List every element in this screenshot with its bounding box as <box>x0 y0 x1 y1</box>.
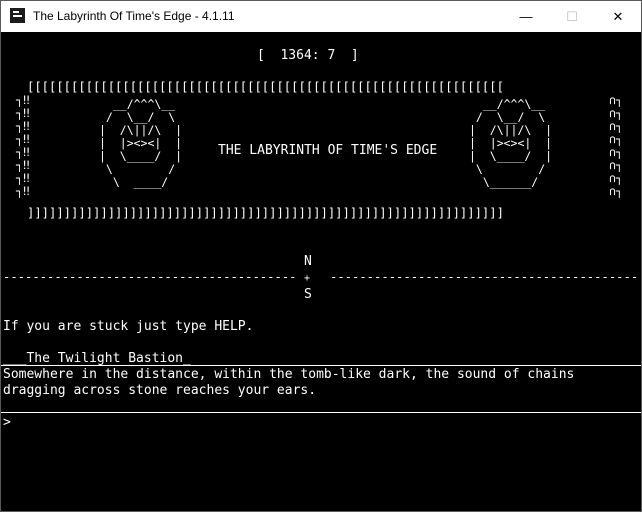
banner-bottom-border: ]]]]]]]]]]]]]]]]]]]]]]]]]]]]]]]]]]]]]]]]… <box>27 206 504 220</box>
game-window: The Labyrinth Of Time's Edge - 4.1.11 — … <box>0 0 642 512</box>
close-button[interactable]: ✕ <box>595 1 641 32</box>
compass-center: + <box>304 273 311 284</box>
room-description-line-1: Somewhere in the distance, within the to… <box>3 367 575 382</box>
banner-title: THE LABYRINTH OF TIME'S EDGE <box>218 143 438 158</box>
room-description-line-2: dragging across stone reaches your ears. <box>3 383 317 398</box>
help-hint: If you are stuck just type HELP. <box>3 319 254 334</box>
console-area[interactable]: [ 1364: 7 ] [[[[[[[[[[[[[[[[[[[[[[[[[[[[… <box>1 32 641 512</box>
banner-top-border: [[[[[[[[[[[[[[[[[[[[[[[[[[[[[[[[[[[[[[[[… <box>27 80 504 94</box>
left-skull-art: __/^^^\__ / \__/ \ | /\||/\ | | |><><| |… <box>99 97 183 189</box>
command-prompt: > <box>3 415 11 430</box>
compass-right-line: ----------------------------------------… <box>330 270 639 284</box>
app-icon <box>10 8 25 23</box>
compass-south: S <box>304 287 312 302</box>
compass-left-line: ---------------------------------------- <box>3 270 297 284</box>
title-bar[interactable]: The Labyrinth Of Time's Edge - 4.1.11 — … <box>1 1 641 32</box>
maximize-button[interactable]: ☐ <box>549 1 595 32</box>
banner-right-edge: ∩┐ ∩┐ ∩┐ ∩┐ ∩┐ ∩┐ ∩┐ ∩┐ <box>609 93 623 198</box>
right-skull-art: __/^^^\__ / \__/ \ | /\||/\ | | |><><| |… <box>469 97 553 189</box>
location-divider <box>1 365 641 366</box>
status-counter: [ 1364: 7 ] <box>257 48 359 63</box>
minimize-button[interactable]: — <box>503 1 549 32</box>
window-title: The Labyrinth Of Time's Edge - 4.1.11 <box>33 9 235 23</box>
input-divider <box>1 412 641 413</box>
compass-north: N <box>304 254 312 269</box>
banner-left-edge: ┐‼ ┐‼ ┐‼ ┐‼ ┐‼ ┐‼ ┐‼ ┐‼ <box>16 93 30 198</box>
